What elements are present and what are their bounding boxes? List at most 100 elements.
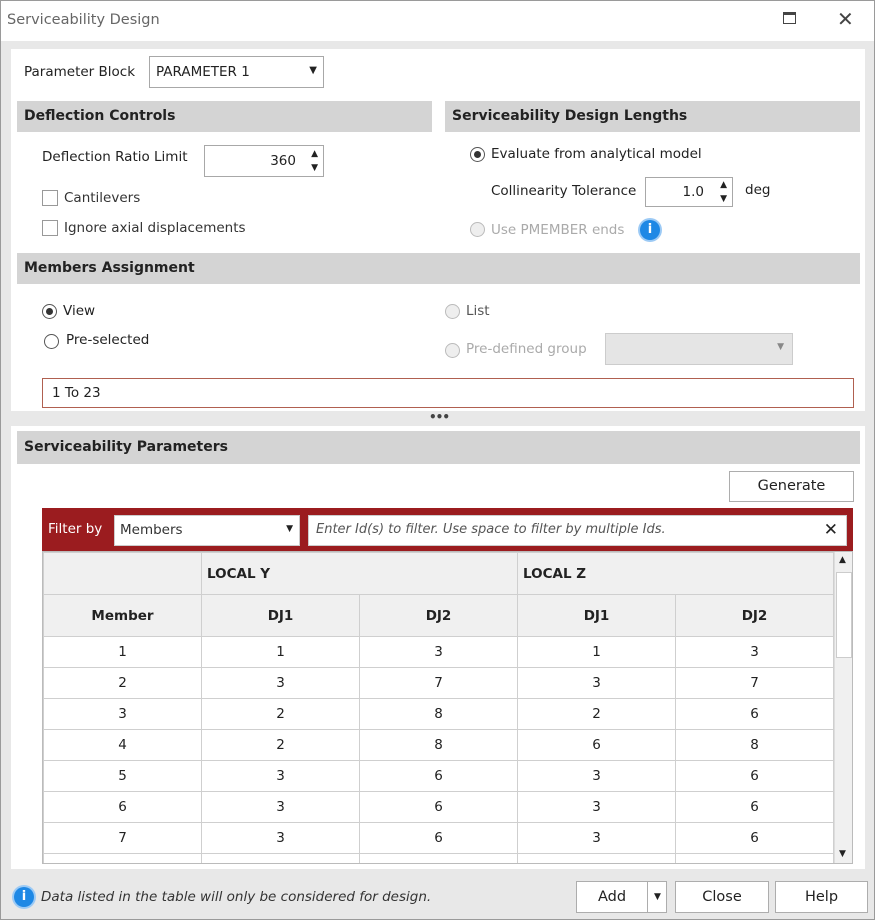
table-cell[interactable]: 3 xyxy=(359,636,518,668)
filter-bar: Filter by Members ▼ Enter Id(s) to filte… xyxy=(42,508,853,551)
table-cell[interactable]: 6 xyxy=(675,760,834,792)
column-header[interactable]: DJ1 xyxy=(201,594,360,637)
table-cell[interactable]: 1 xyxy=(201,636,360,668)
table-cell[interactable]: 3 xyxy=(43,698,202,730)
table-cell[interactable]: 3 xyxy=(201,822,360,854)
table-cell[interactable]: 2 xyxy=(201,698,360,730)
scroll-up-icon[interactable]: ▲ xyxy=(839,555,846,565)
table-cell[interactable]: 7 xyxy=(359,667,518,699)
group-header-local-y: LOCAL Y xyxy=(201,552,518,595)
table-cell[interactable] xyxy=(201,853,360,863)
table-cell[interactable] xyxy=(43,853,202,863)
table-row[interactable] xyxy=(43,853,834,863)
table-cell[interactable]: 1 xyxy=(517,636,676,668)
predefined-group-radio[interactable] xyxy=(445,343,460,358)
members-input[interactable]: 1 To 23 xyxy=(42,378,854,408)
filter-select[interactable]: Members ▼ xyxy=(114,515,300,546)
column-header[interactable]: Member xyxy=(43,594,202,637)
table-cell[interactable] xyxy=(675,853,834,863)
ignore-axial-checkbox[interactable] xyxy=(42,220,58,236)
table-cell[interactable]: 5 xyxy=(43,760,202,792)
splitter-handle[interactable]: ••• xyxy=(429,410,450,424)
add-button[interactable]: Add ▼ xyxy=(576,881,667,913)
maximize-icon[interactable] xyxy=(783,12,796,24)
table-row[interactable]: 53636 xyxy=(43,760,834,792)
column-header[interactable]: DJ2 xyxy=(359,594,518,637)
spinner-icon[interactable]: ▲ ▼ xyxy=(720,178,727,206)
filter-input[interactable]: Enter Id(s) to filter. Use space to filt… xyxy=(308,515,847,546)
scrollbar-thumb[interactable] xyxy=(836,572,852,658)
generate-button[interactable]: Generate xyxy=(729,471,854,502)
preselected-radio[interactable] xyxy=(44,334,59,349)
design-lengths-header: Serviceability Design Lengths xyxy=(445,101,860,132)
table-scrollbar[interactable]: ▲ ▼ xyxy=(834,552,852,863)
table-cell[interactable]: 6 xyxy=(359,760,518,792)
collinearity-value: 1.0 xyxy=(682,184,704,200)
table-cell[interactable]: 3 xyxy=(201,791,360,823)
parameters-table-container: LOCAL Y LOCAL Z Member DJ1 DJ2 DJ1 DJ2 11313… xyxy=(42,551,853,864)
add-dropdown-icon[interactable]: ▼ xyxy=(647,882,667,912)
use-pmember-radio[interactable] xyxy=(470,222,485,237)
table-cell[interactable]: 3 xyxy=(201,667,360,699)
serviceability-parameters-header: Serviceability Parameters xyxy=(17,431,860,464)
cantilevers-checkbox[interactable] xyxy=(42,190,58,206)
table-cell[interactable]: 4 xyxy=(43,729,202,761)
table-row[interactable]: 32826 xyxy=(43,698,834,730)
table-cell[interactable]: 6 xyxy=(517,729,676,761)
clear-filter-icon[interactable]: ✕ xyxy=(824,520,838,540)
info-icon[interactable]: i xyxy=(640,220,660,240)
table-cell[interactable]: 8 xyxy=(359,729,518,761)
column-header[interactable]: DJ2 xyxy=(675,594,834,637)
info-icon: i xyxy=(14,887,34,907)
table-cell[interactable]: 6 xyxy=(675,822,834,854)
table-row[interactable]: 11313 xyxy=(43,636,834,668)
collinearity-input[interactable]: 1.0 ▲ ▼ xyxy=(645,177,733,207)
scroll-down-icon[interactable]: ▼ xyxy=(839,849,846,859)
view-label: View xyxy=(63,303,96,319)
table-cell[interactable]: 2 xyxy=(43,667,202,699)
table-cell[interactable]: 7 xyxy=(43,822,202,854)
table-cell[interactable]: 2 xyxy=(517,698,676,730)
table-cell[interactable]: 3 xyxy=(517,667,676,699)
table-cell[interactable]: 3 xyxy=(517,760,676,792)
table-row[interactable]: 23737 xyxy=(43,667,834,699)
column-header[interactable]: DJ1 xyxy=(517,594,676,637)
table-cell[interactable] xyxy=(359,853,518,863)
table-row[interactable]: 73636 xyxy=(43,822,834,854)
preselected-label: Pre-selected xyxy=(66,332,150,348)
predefined-group-label: Pre-defined group xyxy=(466,341,587,357)
cantilevers-label: Cantilevers xyxy=(64,190,141,206)
table-cell[interactable]: 3 xyxy=(675,636,834,668)
table-cell[interactable]: 6 xyxy=(675,791,834,823)
close-button[interactable]: Close xyxy=(675,881,769,913)
help-button[interactable]: Help xyxy=(775,881,868,913)
table-cell[interactable] xyxy=(517,853,676,863)
table-cell[interactable]: 1 xyxy=(43,636,202,668)
close-icon[interactable]: ✕ xyxy=(837,7,854,31)
table-row[interactable]: 63636 xyxy=(43,791,834,823)
table-cell[interactable]: 3 xyxy=(517,822,676,854)
evaluate-radio[interactable] xyxy=(470,147,485,162)
table-cell[interactable]: 8 xyxy=(675,729,834,761)
table-cell[interactable]: 6 xyxy=(359,791,518,823)
spinner-icon[interactable]: ▲ ▼ xyxy=(311,147,318,175)
predefined-group-select[interactable]: ▼ xyxy=(605,333,793,365)
chevron-down-icon: ▼ xyxy=(777,342,784,352)
list-radio[interactable] xyxy=(445,304,460,319)
table-row[interactable]: 42868 xyxy=(43,729,834,761)
parameters-table: LOCAL Y LOCAL Z Member DJ1 DJ2 DJ1 DJ2 11313… xyxy=(43,552,834,863)
table-cell[interactable]: 8 xyxy=(359,698,518,730)
table-cell[interactable]: 6 xyxy=(675,698,834,730)
parameter-block-value: PARAMETER 1 xyxy=(156,64,250,80)
title-bar: Serviceability Design ✕ xyxy=(1,1,874,41)
table-cell[interactable]: 7 xyxy=(675,667,834,699)
view-radio[interactable] xyxy=(42,304,57,319)
table-cell[interactable]: 6 xyxy=(359,822,518,854)
table-cell[interactable]: 6 xyxy=(43,791,202,823)
table-cell[interactable]: 2 xyxy=(201,729,360,761)
table-cell[interactable]: 3 xyxy=(517,791,676,823)
collinearity-unit: deg xyxy=(745,182,771,198)
deflection-ratio-input[interactable]: 360 ▲ ▼ xyxy=(204,145,324,177)
table-cell[interactable]: 3 xyxy=(201,760,360,792)
parameter-block-select[interactable]: PARAMETER 1 ▼ xyxy=(149,56,324,88)
